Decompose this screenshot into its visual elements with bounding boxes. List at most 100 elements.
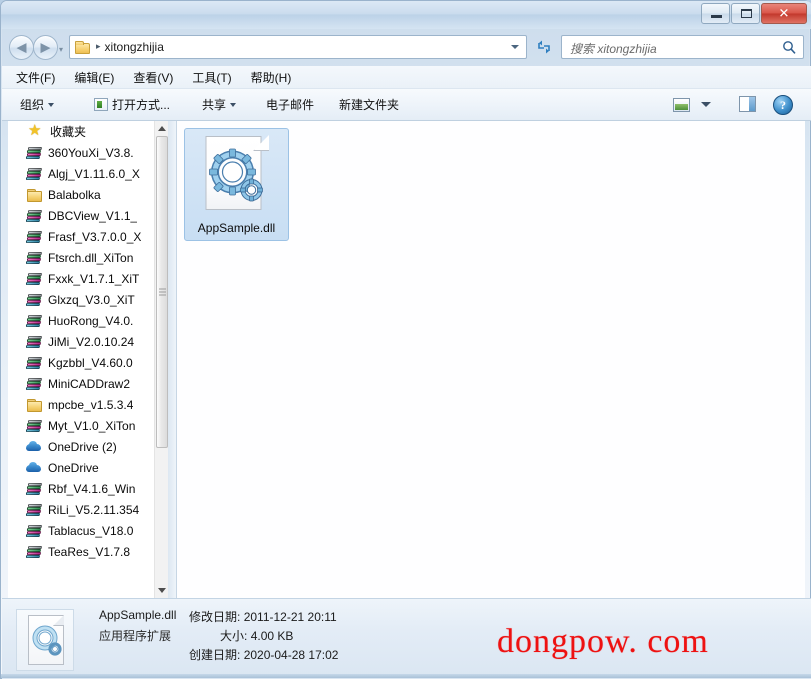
details-created-value: 2020-04-28 17:02 [243, 648, 339, 662]
archive-icon [25, 503, 43, 517]
sidebar-item-ftsrch[interactable]: Ftsrch.dll_XiTon [8, 247, 156, 268]
file-item-appsample-dll[interactable]: AppSample.dll [184, 128, 289, 241]
details-size-value: 4.00 KB [250, 629, 294, 643]
maximize-icon [741, 9, 752, 18]
cloud-icon [26, 440, 42, 454]
share-button[interactable]: 共享 [202, 96, 237, 113]
scroll-up-button[interactable] [155, 121, 168, 136]
details-modified-value: 2011-12-21 20:11 [243, 610, 337, 624]
open-with-button[interactable]: 打开方式... [112, 96, 170, 113]
list-item-label: 360YouXi_V3.8. [48, 145, 134, 160]
list-item-label: Frasf_V3.7.0.0_X [48, 229, 142, 244]
details-size: 大小: 4.00 KB [220, 627, 293, 644]
content-split-area: 收藏夹 360YouXi_V3.8. Algj_V1.11.6.0_X Bala… [2, 121, 811, 598]
menu-bar: 文件(F) 编辑(E) 查看(V) 工具(T) 帮助(H) [2, 66, 811, 89]
refresh-icon [538, 40, 550, 54]
sidebar-item-dbcview[interactable]: DBCView_V1.1_ [8, 205, 156, 226]
scrollbar-grip-icon [159, 288, 166, 296]
search-icon [783, 41, 796, 54]
pane-splitter[interactable] [168, 121, 176, 598]
folder-icon [26, 188, 42, 202]
sidebar-item-frasf[interactable]: Frasf_V3.7.0.0_X [8, 226, 156, 247]
sidebar-section-label: 收藏夹 [50, 125, 87, 139]
refresh-button[interactable] [532, 35, 556, 59]
close-button[interactable]: ✕ [761, 3, 807, 24]
details-created-key: 创建日期: [189, 648, 241, 662]
chevron-down-icon[interactable] [511, 45, 519, 49]
back-arrow-icon: ◀ [16, 40, 27, 55]
sidebar-item-onedrive-2[interactable]: OneDrive (2) [8, 436, 156, 457]
breadcrumb-current-folder[interactable]: xitongzhijia [105, 40, 164, 54]
scroll-down-button[interactable] [155, 583, 168, 598]
sidebar-item-360youxi[interactable]: 360YouXi_V3.8. [8, 142, 156, 163]
list-item-label: Algj_V1.11.6.0_X [48, 166, 140, 181]
list-item-label: OneDrive (2) [48, 439, 117, 454]
sidebar-item-glxzq[interactable]: Glxzq_V3.0_XiT [8, 289, 156, 310]
sidebar-item-jimi[interactable]: JiMi_V2.0.10.24 [8, 331, 156, 352]
archive-icon [25, 419, 43, 433]
file-name-label: AppSample.dll [197, 221, 276, 235]
star-icon [28, 121, 44, 140]
open-with-icon [94, 98, 108, 111]
new-folder-button[interactable]: 新建文件夹 [339, 96, 399, 113]
maximize-button[interactable] [731, 3, 760, 24]
search-box[interactable]: 搜索 xitongzhijia [561, 35, 804, 59]
archive-icon [25, 482, 43, 496]
menu-help[interactable]: 帮助(H) [251, 69, 292, 86]
sidebar-item-balabolka[interactable]: Balabolka [8, 184, 156, 205]
archive-icon [25, 524, 43, 538]
organize-button[interactable]: 组织 [20, 96, 55, 113]
sidebar-item-tablacus[interactable]: Tablacus_V18.0 [8, 520, 156, 541]
address-bar[interactable]: ▸ xitongzhijia [69, 35, 527, 59]
list-item-label: Ftsrch.dll_XiTon [48, 250, 134, 265]
minimize-button[interactable] [701, 3, 730, 24]
archive-icon [25, 377, 43, 391]
help-button[interactable]: ? [773, 95, 793, 115]
details-modified-key: 修改日期: [189, 610, 241, 624]
menu-tools[interactable]: 工具(T) [192, 69, 231, 86]
list-item-label: Rbf_V4.1.6_Win [48, 481, 136, 496]
sidebar-section-favorites[interactable]: 收藏夹 [8, 121, 156, 142]
sidebar-item-minicaddraw[interactable]: MiniCADDraw2 [8, 373, 156, 394]
list-item-label: Fxxk_V1.7.1_XiT [48, 271, 140, 286]
list-item-label: JiMi_V2.0.10.24 [48, 334, 135, 349]
recent-locations-button[interactable]: ▾ [59, 45, 63, 54]
folder-icon [75, 40, 90, 54]
list-item-label: Kgzbbl_V4.60.0 [48, 355, 133, 370]
archive-icon [25, 230, 43, 244]
change-view-button[interactable] [671, 95, 693, 115]
chevron-down-icon [158, 588, 166, 593]
preview-pane-button[interactable] [737, 94, 759, 114]
sidebar-scrollbar[interactable] [154, 121, 168, 598]
file-list-pane[interactable]: AppSample.dll [176, 121, 805, 598]
explorer-window: ✕ ◀ ▶ ▾ ▸ xitongzhijia 搜索 xitongzhijia 文… [0, 0, 811, 679]
list-item-label: Glxzq_V3.0_XiT [48, 292, 135, 307]
menu-file[interactable]: 文件(F) [16, 69, 55, 86]
share-label: 共享 [202, 98, 227, 112]
sidebar-item-mpcbe[interactable]: mpcbe_v1.5.3.4 [8, 394, 156, 415]
forward-button[interactable]: ▶ [33, 35, 58, 60]
archive-icon [25, 356, 43, 370]
minimize-icon [711, 15, 722, 18]
sidebar-item-onedrive[interactable]: OneDrive [8, 457, 156, 478]
list-item-label: RiLi_V5.2.11.354 [48, 502, 140, 517]
archive-icon [25, 167, 43, 181]
email-button[interactable]: 电子邮件 [266, 96, 314, 113]
sidebar-item-myt[interactable]: Myt_V1.0_XiTon [8, 415, 156, 436]
menu-edit[interactable]: 编辑(E) [74, 69, 114, 86]
menu-view[interactable]: 查看(V) [133, 69, 173, 86]
search-input[interactable]: 搜索 xitongzhijia [570, 40, 657, 57]
forward-arrow-icon: ▶ [40, 40, 51, 55]
sidebar-item-kgzbbl[interactable]: Kgzbbl_V4.60.0 [8, 352, 156, 373]
back-button[interactable]: ◀ [9, 35, 34, 60]
scrollbar-thumb[interactable] [156, 136, 168, 448]
chevron-down-icon [230, 103, 237, 107]
sidebar-item-algj[interactable]: Algj_V1.11.6.0_X [8, 163, 156, 184]
sidebar-item-rili[interactable]: RiLi_V5.2.11.354 [8, 499, 156, 520]
sidebar-item-huorong[interactable]: HuoRong_V4.0. [8, 310, 156, 331]
sidebar-item-teares[interactable]: TeaRes_V1.7.8 [8, 541, 156, 562]
chevron-down-icon[interactable] [701, 102, 711, 107]
sidebar-item-fxxk[interactable]: Fxxk_V1.7.1_XiT [8, 268, 156, 289]
folder-icon [26, 398, 42, 412]
sidebar-item-rbf[interactable]: Rbf_V4.1.6_Win [8, 478, 156, 499]
